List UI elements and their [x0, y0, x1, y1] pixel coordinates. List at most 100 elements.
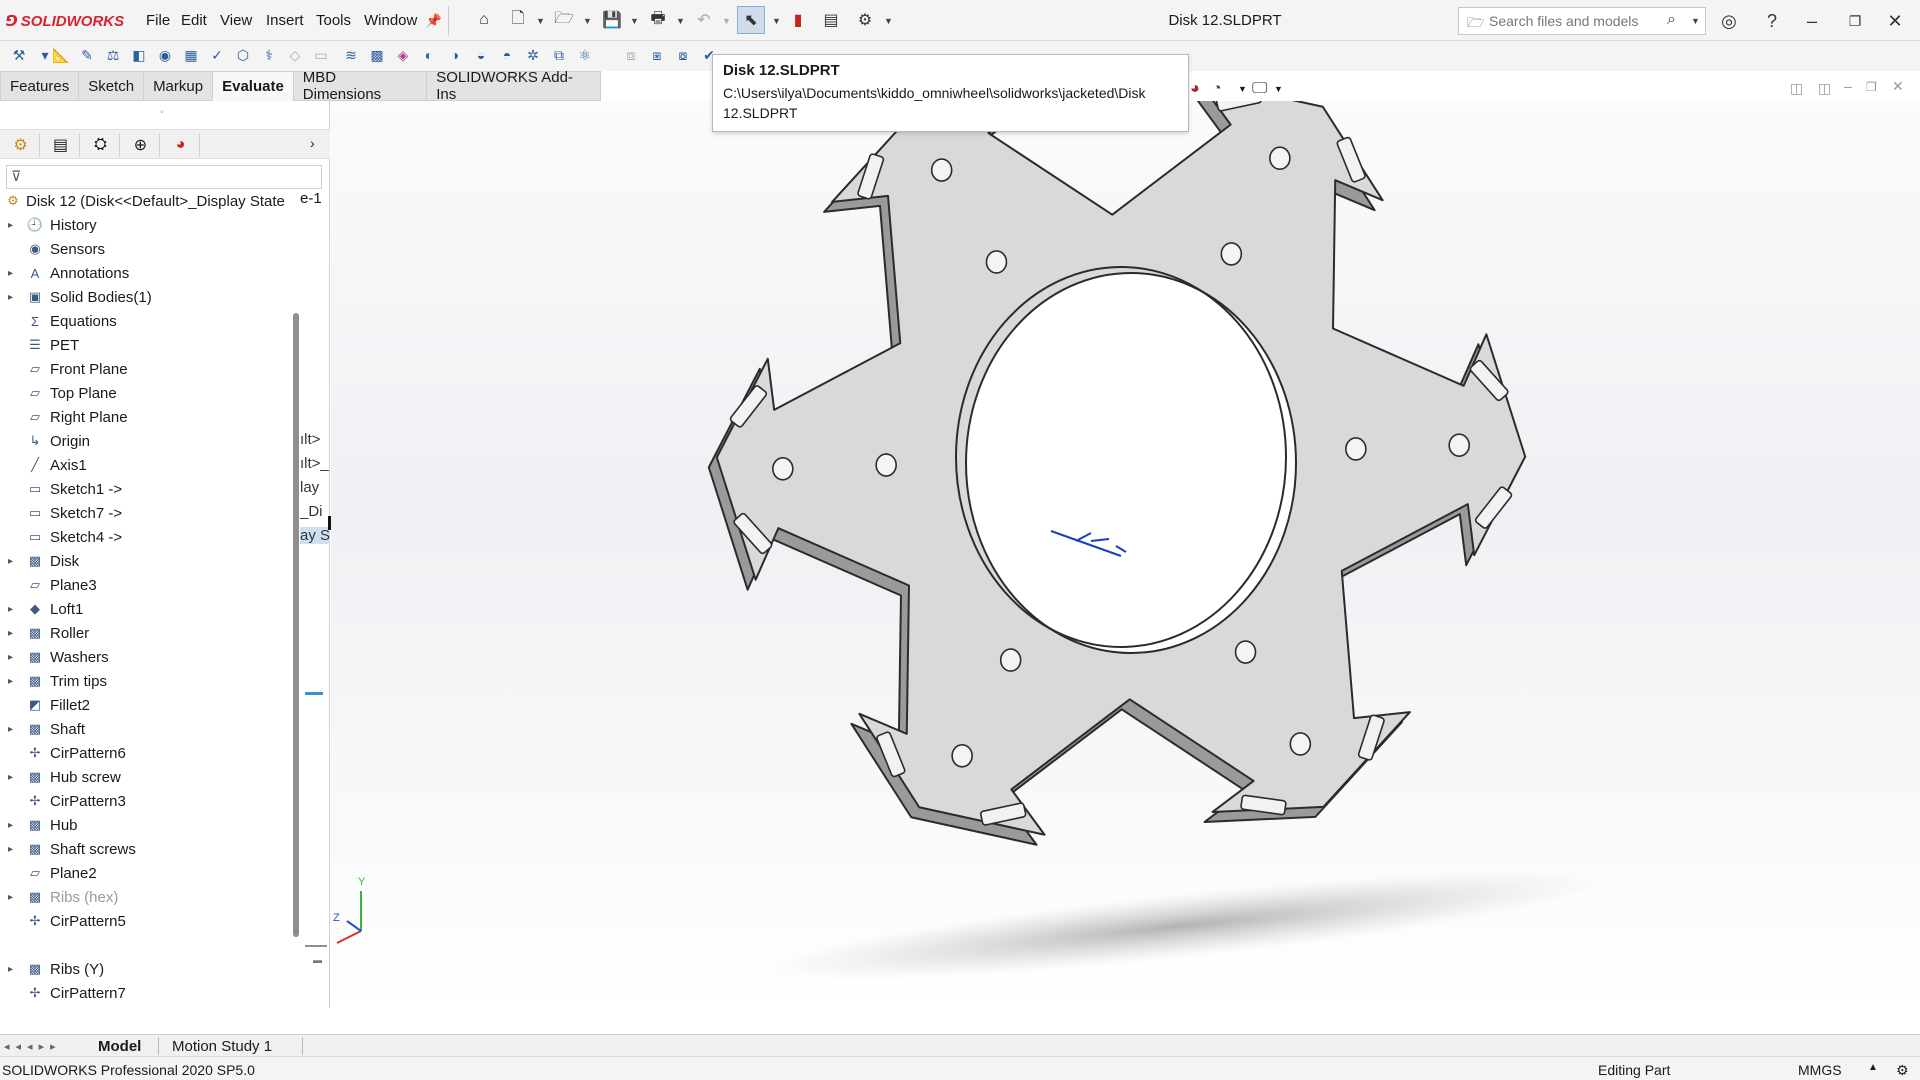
undercut-icon[interactable]: ◐ [418, 44, 440, 66]
tree-item-front-plane[interactable]: ▱ Front Plane [0, 358, 290, 380]
tab-evaluate[interactable]: Evaluate [212, 71, 294, 101]
tree-item-cirpattern5[interactable]: ✢ CirPattern5 [0, 910, 290, 932]
sustainability-icon[interactable]: ⚛ [574, 44, 596, 66]
file-properties-icon[interactable]: ▤ [817, 6, 845, 34]
traffic-light-icon[interactable]: ▮ [784, 6, 812, 34]
tab-motion-study-1[interactable]: Motion Study 1 [172, 1036, 272, 1056]
tab-markup[interactable]: Markup [143, 71, 214, 101]
splitter-bar[interactable] [305, 945, 327, 947]
tab-sketch[interactable]: Sketch [78, 71, 145, 101]
tree-item-equations[interactable]: Σ Equations [0, 310, 290, 332]
curvature-icon[interactable]: ▩ [366, 44, 388, 66]
print-icon[interactable]: 🖶 [644, 6, 672, 34]
tree-item-plane2[interactable]: ▱ Plane2 [0, 862, 290, 884]
markup-icon[interactable]: ✎ [76, 44, 98, 66]
geometry-analysis-icon[interactable]: ⬡ [232, 44, 254, 66]
panel-grip-icon[interactable]: ◦ [160, 107, 164, 118]
symmetry-icon[interactable]: ◒ [470, 44, 492, 66]
tree-item-shaft-screws[interactable]: ▸ ▩ Shaft screws [0, 838, 290, 860]
tree-item-hub-screw[interactable]: ▸ ▩ Hub screw [0, 766, 290, 788]
tree-item-sketch7[interactable]: ▭ Sketch7 -> [0, 502, 290, 524]
panel-left-icon[interactable]: ◫ [1790, 80, 1803, 97]
tree-item-solid-bodies-1[interactable]: ▸ ▣ Solid Bodies(1) [0, 286, 290, 308]
expand-chevron-icon[interactable]: ▸ [8, 892, 18, 903]
check-active-document-icon[interactable]: ⧈ [620, 44, 642, 66]
model-checker-icon[interactable]: ⧇ [672, 44, 694, 66]
tab-scroll-arrows-icon[interactable]: ◂◂◂▸▸ [4, 1036, 62, 1056]
tree-item-pet[interactable]: ☰ PET [0, 334, 290, 356]
section-properties-icon[interactable]: ◧ [128, 44, 150, 66]
chevron-down-icon[interactable]: ▼ [1274, 84, 1283, 94]
tab-mbd-dimensions[interactable]: MBD Dimensions [292, 69, 428, 103]
tree-item-plane3[interactable]: ▱ Plane3 [0, 574, 290, 596]
doc-close-icon[interactable]: ✕ [1892, 78, 1904, 95]
options-gear-icon[interactable]: ⚙ [851, 6, 879, 34]
import-diagnostics-icon[interactable]: ⚕ [258, 44, 280, 66]
doc-restore-icon[interactable]: ❐ [1866, 80, 1877, 94]
check-icon[interactable]: ✓ [206, 44, 228, 66]
dimxpert-manager-tab-icon[interactable]: ⊕ [122, 133, 160, 157]
tree-item-shaft[interactable]: ▸ ▩ Shaft [0, 718, 290, 740]
menu-tools[interactable]: Tools [316, 12, 351, 29]
menu-edit[interactable]: Edit [181, 12, 207, 29]
expand-chevron-icon[interactable]: ▸ [8, 820, 18, 831]
draft-analysis-icon[interactable]: ◈ [392, 44, 414, 66]
display-manager-tab-icon[interactable]: ◕ [162, 133, 200, 157]
expand-chevron-icon[interactable]: ▸ [8, 652, 18, 663]
statistics-icon[interactable]: ▦ [180, 44, 202, 66]
expand-chevron-icon[interactable]: ▸ [8, 556, 18, 567]
expand-chevron-icon[interactable]: ▸ [8, 724, 18, 735]
tree-item-cirpattern6[interactable]: ✢ CirPattern6 [0, 742, 290, 764]
account-icon[interactable]: ◎ [1714, 8, 1744, 34]
compare-icon[interactable]: ◓ [496, 44, 518, 66]
graphics-area[interactable]: Y Z [331, 101, 1920, 1008]
tab-features[interactable]: Features [0, 71, 80, 101]
edit-appearance-icon[interactable]: ◕ [1190, 80, 1200, 98]
chevron-down-icon[interactable]: ▼ [884, 16, 893, 26]
compare-documents-icon[interactable]: ⧆ [646, 44, 668, 66]
tree-item-top-plane[interactable]: ▱ Top Plane [0, 382, 290, 404]
splitter-handle-icon[interactable]: ▬ [313, 955, 322, 965]
doc-minimize-icon[interactable]: – [1844, 78, 1852, 94]
performance-icon[interactable]: ✲ [522, 44, 544, 66]
apply-scene-icon[interactable]: ◔ [1212, 80, 1222, 98]
tree-item-fillet2[interactable]: ◩ Fillet2 [0, 694, 290, 716]
chevron-down-icon[interactable]: ▼ [676, 16, 685, 26]
chevron-down-icon[interactable]: ▼ [772, 16, 781, 26]
chevron-down-icon[interactable]: ▼ [630, 16, 639, 26]
tree-item-history[interactable]: ▸ 🕘 History [0, 214, 290, 236]
chevron-down-icon[interactable]: ▼ [1691, 16, 1700, 26]
tree-root-part[interactable]: ⚙ Disk 12 (Disk<<Default>_Display State [0, 190, 296, 212]
units-selector[interactable]: MMGS [1798, 1062, 1842, 1078]
panel-right-icon[interactable]: ◫ [1818, 80, 1831, 97]
expand-chevron-icon[interactable]: ▸ [8, 604, 18, 615]
tree-item-cirpattern7[interactable]: ✢ CirPattern7 [0, 982, 290, 1004]
expand-chevron-icon[interactable]: ▸ [8, 628, 18, 639]
minimize-icon[interactable]: – [1797, 8, 1827, 34]
feature-manager-tab-icon[interactable]: ⚙ [2, 133, 40, 157]
help-icon[interactable]: ? [1757, 8, 1787, 34]
chevron-down-icon[interactable]: ▼ [1238, 84, 1247, 94]
feature-filter-input[interactable]: ⊽ [6, 165, 322, 189]
close-icon[interactable]: ✕ [1880, 8, 1910, 34]
chevron-up-icon[interactable]: ▲ [1868, 1062, 1878, 1073]
parting-line-icon[interactable]: ◑ [444, 44, 466, 66]
tree-item-origin[interactable]: ↳ Origin [0, 430, 290, 452]
tree-item-roller[interactable]: ▸ ▩ Roller [0, 622, 290, 644]
tree-item-ribs-hex[interactable]: ▸ ▩ Ribs (hex) [0, 886, 290, 908]
deviation-icon[interactable]: ◇ [284, 44, 306, 66]
thickness-icon[interactable]: ▭ [310, 44, 332, 66]
menu-file[interactable]: File [146, 12, 170, 29]
tree-item-loft1[interactable]: ▸ ◆ Loft1 [0, 598, 290, 620]
expand-chevron-icon[interactable]: ▸ [8, 844, 18, 855]
rebuild-status-icon[interactable]: ⚙ [1896, 1062, 1909, 1079]
undo-icon[interactable]: ↶ [690, 6, 718, 34]
tree-item-sketch4[interactable]: ▭ Sketch4 -> [0, 526, 290, 548]
tab-model[interactable]: Model [98, 1036, 141, 1056]
open-folder-icon[interactable]: 🗁 [550, 6, 578, 34]
home-icon[interactable]: ⌂ [470, 6, 498, 34]
tree-item-cirpattern3[interactable]: ✢ CirPattern3 [0, 790, 290, 812]
expand-chevron-icon[interactable]: ▸ [8, 676, 18, 687]
menu-view[interactable]: View [220, 12, 252, 29]
view-settings-icon[interactable]: 🖵 [1252, 80, 1267, 98]
